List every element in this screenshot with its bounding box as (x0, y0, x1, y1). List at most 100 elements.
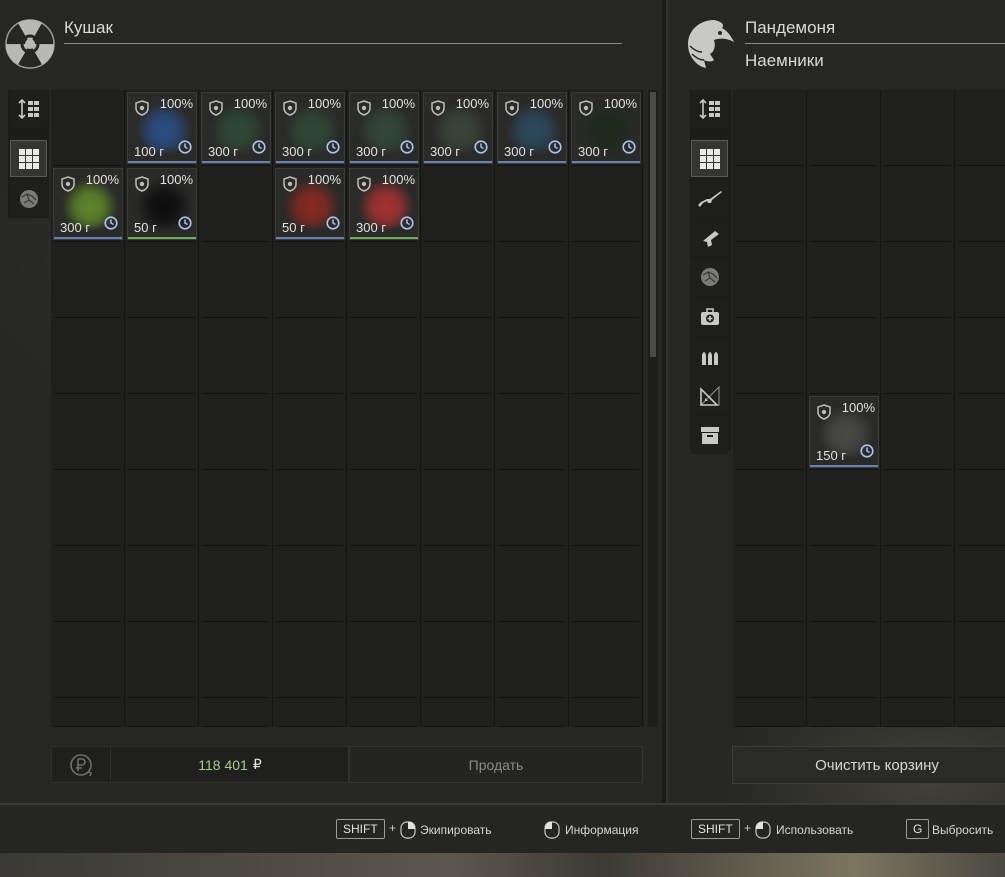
inventory-slot[interactable] (273, 394, 347, 470)
inventory-artifact-item[interactable]: 100% 50 г (275, 168, 345, 240)
cart-slot[interactable] (733, 242, 807, 318)
exchange-button[interactable] (51, 746, 111, 783)
inventory-artifact-item[interactable]: 100% 300 г (571, 92, 641, 164)
cart-slot[interactable] (881, 622, 955, 698)
cart-slot[interactable] (881, 318, 955, 394)
cart-slot[interactable] (733, 622, 807, 698)
inventory-artifact-item[interactable]: 100% 50 г (127, 168, 197, 240)
inventory-slot[interactable] (125, 394, 199, 470)
inventory-slot[interactable] (51, 242, 125, 318)
inventory-slot[interactable] (421, 622, 495, 698)
inventory-artifact-item[interactable]: 100% 300 г (275, 92, 345, 164)
cart-slot[interactable] (881, 90, 955, 166)
inventory-slot[interactable] (421, 698, 495, 727)
cart-slot[interactable] (733, 394, 807, 470)
inventory-slot[interactable] (125, 546, 199, 622)
inventory-slot[interactable] (51, 546, 125, 622)
inventory-slot[interactable] (125, 622, 199, 698)
tool-artifact-button[interactable] (691, 258, 728, 296)
right-cart-grid[interactable]: 100% 150 г (733, 90, 1005, 727)
cart-slot[interactable] (955, 470, 1005, 546)
cart-slot[interactable] (955, 546, 1005, 622)
clear-cart-button[interactable]: Очистить корзину (732, 746, 1005, 784)
inventory-slot[interactable] (199, 622, 273, 698)
cart-slot[interactable] (807, 90, 881, 166)
tool-medkit-button[interactable] (691, 298, 728, 335)
inventory-slot[interactable] (51, 622, 125, 698)
inventory-slot[interactable] (495, 470, 569, 546)
inventory-slot[interactable] (421, 242, 495, 318)
inventory-slot[interactable] (199, 470, 273, 546)
inventory-slot[interactable] (495, 622, 569, 698)
inventory-slot[interactable] (199, 394, 273, 470)
inventory-slot[interactable] (51, 394, 125, 470)
cart-slot[interactable] (955, 90, 1005, 166)
inventory-slot[interactable] (125, 242, 199, 318)
sell-button[interactable]: Продать (349, 746, 643, 783)
inventory-artifact-item[interactable]: 100% 300 г (423, 92, 493, 164)
cart-slot[interactable] (807, 318, 881, 394)
cart-slot[interactable] (881, 698, 955, 727)
inventory-artifact-item[interactable]: 100% 100 г (127, 92, 197, 164)
inventory-slot[interactable] (569, 470, 643, 546)
inventory-slot[interactable] (495, 166, 569, 242)
cart-slot[interactable] (881, 242, 955, 318)
inventory-artifact-item[interactable]: 100% 300 г (53, 168, 123, 240)
cart-slot[interactable] (955, 318, 1005, 394)
inventory-slot[interactable] (199, 698, 273, 727)
inventory-slot[interactable] (421, 166, 495, 242)
tool-grid-button[interactable] (10, 140, 47, 177)
tool-blueprint-button[interactable] (691, 377, 728, 414)
cart-slot[interactable] (881, 470, 955, 546)
inventory-slot[interactable] (273, 470, 347, 546)
cart-slot[interactable] (955, 622, 1005, 698)
inventory-artifact-item[interactable]: 100% 300 г (497, 92, 567, 164)
cart-slot[interactable] (881, 394, 955, 470)
inventory-slot[interactable] (125, 470, 199, 546)
inventory-slot[interactable] (51, 470, 125, 546)
cart-slot[interactable] (955, 394, 1005, 470)
inventory-slot[interactable] (495, 318, 569, 394)
tool-sort-button[interactable] (691, 90, 728, 127)
inventory-slot[interactable] (421, 546, 495, 622)
cart-slot[interactable] (733, 698, 807, 727)
cart-slot[interactable] (733, 318, 807, 394)
inventory-slot[interactable] (569, 546, 643, 622)
cart-slot[interactable] (955, 166, 1005, 242)
inventory-slot[interactable] (199, 318, 273, 394)
tool-sort-button[interactable] (10, 90, 47, 127)
inventory-artifact-item[interactable]: 100% 300 г (201, 92, 271, 164)
inventory-slot[interactable] (421, 470, 495, 546)
tool-box-button[interactable] (691, 416, 728, 454)
tool-grid-button[interactable] (691, 140, 728, 177)
left-inventory-grid[interactable]: 100% 100 г 100% 300 г 100% 300 г 100% 300 г 100%… (51, 90, 643, 727)
inventory-slot[interactable] (569, 166, 643, 242)
cart-slot[interactable] (733, 90, 807, 166)
inventory-artifact-item[interactable]: 100% 300 г (349, 168, 419, 240)
inventory-slot[interactable] (495, 698, 569, 727)
cart-slot[interactable] (955, 242, 1005, 318)
inventory-slot[interactable] (273, 318, 347, 394)
cart-slot[interactable] (807, 470, 881, 546)
inventory-slot[interactable] (569, 318, 643, 394)
inventory-slot[interactable] (273, 242, 347, 318)
tool-ammo-button[interactable] (691, 337, 728, 375)
cart-slot[interactable] (881, 546, 955, 622)
inventory-slot[interactable] (273, 546, 347, 622)
inventory-slot[interactable] (569, 622, 643, 698)
inventory-slot[interactable] (495, 546, 569, 622)
inventory-slot[interactable] (51, 90, 125, 166)
inventory-slot[interactable] (495, 242, 569, 318)
inventory-slot[interactable] (51, 698, 125, 727)
inventory-slot[interactable] (347, 470, 421, 546)
cart-slot[interactable] (807, 622, 881, 698)
cart-slot[interactable] (733, 470, 807, 546)
inventory-slot[interactable] (125, 318, 199, 394)
cart-artifact-item[interactable]: 100% 150 г (809, 396, 879, 468)
cart-slot[interactable] (733, 166, 807, 242)
inventory-slot[interactable] (347, 546, 421, 622)
inventory-slot[interactable] (569, 242, 643, 318)
inventory-slot[interactable] (273, 622, 347, 698)
cart-slot[interactable] (807, 698, 881, 727)
inventory-slot[interactable] (421, 394, 495, 470)
